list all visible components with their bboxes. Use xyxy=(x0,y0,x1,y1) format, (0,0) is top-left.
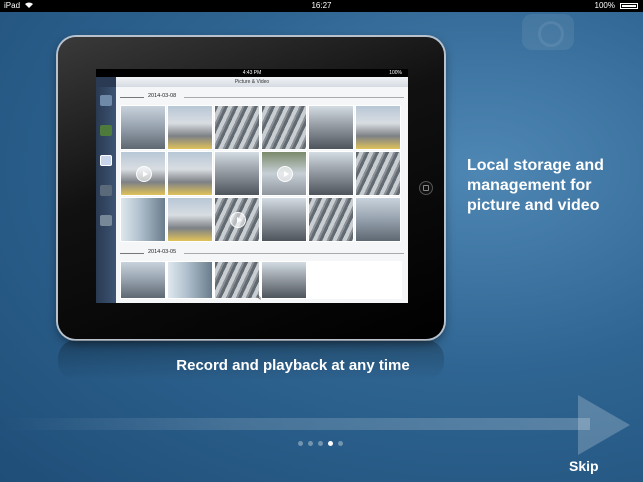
app-logo-icon xyxy=(96,77,116,87)
inner-status-time: 4:43 PM xyxy=(242,70,262,76)
inner-sidebar xyxy=(96,87,116,303)
photo-thumbnail xyxy=(261,105,307,150)
home-button-icon xyxy=(419,181,433,195)
video-thumbnail xyxy=(120,151,166,196)
gallery-content: 2014-03-08 2014-03-05 xyxy=(116,87,408,303)
photo-thumbnail xyxy=(214,151,260,196)
photo-thumbnail xyxy=(120,197,166,242)
page-dot[interactable] xyxy=(298,441,303,446)
play-icon xyxy=(230,212,246,228)
photo-thumbnail xyxy=(120,261,166,299)
photo-thumbnail xyxy=(167,105,213,150)
status-bar: iPad 16:27 100% xyxy=(0,0,643,12)
picture-video-icon xyxy=(100,155,112,166)
inner-battery: 100% xyxy=(389,70,402,76)
section-date: 2014-03-08 xyxy=(148,93,177,99)
play-icon xyxy=(136,166,152,182)
date-separator: 2014-03-05 xyxy=(120,249,404,257)
inner-nav-title: Picture & Video xyxy=(234,79,270,85)
photo-thumbnail xyxy=(261,261,307,299)
video-thumbnail xyxy=(261,151,307,196)
feature-subcaption: Record and playback at any time xyxy=(176,357,410,374)
live-view-icon xyxy=(100,95,112,106)
photo-thumbnail xyxy=(261,197,307,242)
photo-thumbnail xyxy=(308,105,354,150)
battery-percent: 100% xyxy=(594,1,615,10)
photo-thumbnail xyxy=(214,261,260,299)
photo-thumbnail xyxy=(355,197,401,242)
cloud-icon xyxy=(100,185,112,196)
photo-thumbnail xyxy=(214,105,260,150)
photo-thumbnail xyxy=(355,105,401,150)
page-dot-active[interactable] xyxy=(328,441,333,446)
tablet-screen: 4:43 PM 100% Picture & Video 2014-03-08 xyxy=(96,69,408,303)
photo-thumbnail xyxy=(120,105,166,150)
photo-thumbnail xyxy=(167,151,213,196)
section-date: 2014-03-05 xyxy=(148,249,177,255)
photo-thumbnail xyxy=(308,197,354,242)
thumbnail-grid xyxy=(120,105,402,243)
skip-button[interactable]: Skip xyxy=(569,457,599,475)
page-dot[interactable] xyxy=(318,441,323,446)
settings-icon xyxy=(100,215,112,226)
thumbnail-grid xyxy=(120,261,402,299)
page-dot[interactable] xyxy=(308,441,313,446)
camera-watermark-icon xyxy=(522,14,574,50)
next-arrow-icon xyxy=(578,395,630,455)
photo-thumbnail xyxy=(167,197,213,242)
arrow-band xyxy=(0,418,590,430)
video-thumbnail xyxy=(214,197,260,242)
status-time: 16:27 xyxy=(311,1,332,10)
inner-status-bar: 4:43 PM 100% xyxy=(96,69,408,77)
date-separator: 2014-03-08 xyxy=(120,93,404,101)
photo-thumbnail xyxy=(355,151,401,196)
page-dot[interactable] xyxy=(338,441,343,446)
feature-caption: Local storage and management for picture… xyxy=(467,157,604,214)
photo-thumbnail xyxy=(167,261,213,299)
edit-pencil-icon: ✎ xyxy=(256,295,262,302)
battery-icon xyxy=(620,3,638,9)
photo-thumbnail xyxy=(308,151,354,196)
device-list-icon xyxy=(100,125,112,136)
play-icon xyxy=(277,166,293,182)
